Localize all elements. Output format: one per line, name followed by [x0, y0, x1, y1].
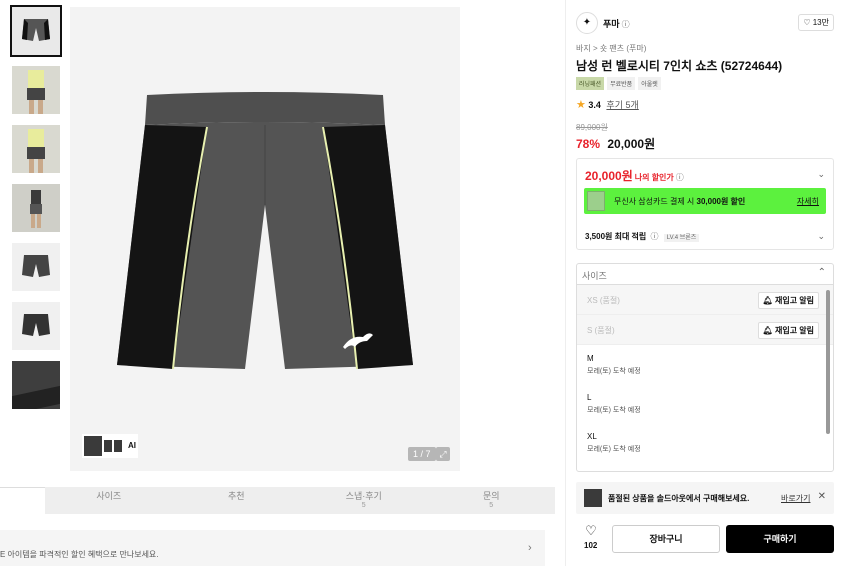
delivery-eta: 모레(토) 도착 예정: [587, 368, 641, 375]
points-row[interactable]: 3,500원 최대 적립 ⓘ LV.4 브론즈: [585, 231, 700, 242]
brand-like-count: 13만: [812, 18, 829, 27]
breadcrumb[interactable]: 바지 > 숏 팬츠 (푸마): [576, 43, 646, 54]
member-level-badge: LV.4 브론즈: [663, 234, 700, 242]
size-selector: 사이즈 ⌃ XS (품절) 🔔︎ 재입고 알림 S (품절) 🔔︎ 재입고 알림…: [576, 263, 834, 472]
sale-price: 20,000원: [607, 137, 656, 151]
add-to-cart-button[interactable]: 장바구니: [612, 525, 720, 553]
chevron-down-icon[interactable]: ⌄: [817, 169, 825, 180]
brand-logo[interactable]: ✦: [576, 12, 598, 34]
thumbnail-product-front[interactable]: [10, 5, 62, 57]
card-promo-text: 무신사 삼성카드 결제 시 30,000원 할인: [614, 197, 746, 206]
variant-thumb: [114, 440, 122, 452]
like-count: 102: [584, 541, 598, 550]
price-row: 78% 20,000원: [576, 135, 655, 152]
heart-icon: ♡: [803, 18, 811, 27]
brand-row: ✦ 푸마 ⓘ ♡ 13만: [576, 12, 834, 34]
size-option-l[interactable]: L 모레(토) 도착 예정: [577, 384, 833, 423]
chevron-down-icon[interactable]: ⌄: [817, 231, 825, 242]
my-discount-price[interactable]: 20,000원 나의 할인가 ⓘ: [585, 167, 684, 184]
tag-running: 러닝패션: [576, 77, 605, 90]
card-promo-banner[interactable]: 무신사 삼성카드 결제 시 30,000원 할인 자세히: [584, 188, 826, 214]
original-price: 89,000원: [576, 123, 608, 132]
image-counter: 1 / 7: [408, 447, 436, 461]
tab-inquiry[interactable]: 문의 5: [428, 487, 556, 514]
chevron-up-icon: ⌃: [817, 267, 826, 278]
expand-icon[interactable]: ⤢: [436, 447, 450, 461]
tab-label: 사이즈: [96, 491, 122, 501]
product-tags: 러닝패션 무료반품 아울렛: [576, 77, 661, 90]
card-image: [587, 191, 605, 211]
info-icon[interactable]: ⓘ: [676, 173, 684, 182]
thumbnail-product-detail-1[interactable]: [12, 243, 60, 291]
tag-free-return: 무료반품: [607, 77, 636, 90]
info-icon[interactable]: ⓘ: [622, 20, 630, 29]
section-tabs: 사이즈 추천 스냅·후기 5 문의 5: [0, 487, 555, 514]
size-option-xs: XS (품절) 🔔︎ 재입고 알림: [577, 285, 833, 315]
delivery-eta: 모레(토) 도착 예정: [587, 407, 641, 414]
restock-alert-button[interactable]: 🔔︎ 재입고 알림: [757, 292, 819, 309]
chevron-right-icon: ›: [528, 542, 532, 554]
restock-alert-button[interactable]: 🔔︎ 재입고 알림: [757, 322, 819, 339]
bell-icon: 🔔︎: [762, 296, 773, 305]
size-option-xl[interactable]: XL 모레(토) 도착 예정: [577, 423, 833, 462]
thumbnail-model-front-1[interactable]: [12, 66, 60, 114]
variant-thumb: [104, 440, 112, 452]
notice-product-thumb: [584, 489, 602, 507]
buy-now-button[interactable]: 구매하기: [726, 525, 834, 553]
size-dropdown-header[interactable]: 사이즈 ⌃: [577, 264, 833, 285]
thumbnail-model-full[interactable]: [12, 184, 60, 232]
size-option-s: S (품절) 🔔︎ 재입고 알림: [577, 315, 833, 345]
thumbnail-list: [10, 5, 62, 420]
soldout-notice-bar: 품절된 상품을 솔드아웃에서 구매해보세요. 바로가기 ✕: [576, 482, 834, 514]
delivery-eta: 모레(토) 도착 예정: [587, 446, 641, 453]
variant-thumb: [84, 436, 102, 456]
tag-outlet: 아울렛: [638, 77, 661, 90]
rating-row: ★ 3.4 후기 5개: [576, 98, 639, 111]
card-detail-link[interactable]: 자세히: [797, 196, 819, 207]
product-title: 남성 런 벨로시티 7인치 쇼츠 (52724644): [576, 59, 783, 73]
info-icon[interactable]: ⓘ: [651, 232, 659, 241]
heart-icon[interactable]: ♡: [584, 524, 598, 538]
tab-count: 5: [489, 502, 494, 509]
tab-label: 추천: [227, 491, 245, 501]
discount-rate: 78%: [576, 137, 601, 151]
ai-label: AI: [128, 441, 136, 450]
thumbnail-product-detail-2[interactable]: [12, 302, 60, 350]
thumbnail-model-front-2[interactable]: [12, 125, 60, 173]
tab-snap-reviews[interactable]: 스냅·후기 5: [300, 487, 428, 514]
tab-size[interactable]: 사이즈: [45, 487, 173, 514]
tab-recommend[interactable]: 추천: [173, 487, 301, 514]
review-link[interactable]: 후기 5개: [606, 100, 638, 110]
product-shorts-illustration: [117, 92, 413, 370]
notice-shortcut-link[interactable]: 바로가기: [781, 493, 810, 504]
size-option-m[interactable]: M 모레(토) 도착 예정: [577, 345, 833, 384]
bell-icon: 🔔︎: [762, 326, 773, 335]
promo-banner[interactable]: E 아이템을 파격적인 할인 혜택으로 만나보세요. ›: [0, 530, 545, 566]
promo-text: E 아이템을 파격적인 할인 혜택으로 만나보세요.: [0, 550, 159, 559]
tab-count: 5: [361, 502, 366, 509]
panel-divider: [565, 0, 566, 566]
color-variant-strip[interactable]: AI: [82, 434, 138, 458]
tab-label: 스냅·후기: [345, 491, 382, 501]
star-icon: ★: [576, 99, 586, 111]
brand-name[interactable]: 푸마 ⓘ: [603, 17, 630, 30]
notice-text: 품절된 상품을 솔드아웃에서 구매해보세요.: [608, 494, 750, 503]
rating-value: 3.4: [588, 100, 601, 110]
tab-label: 문의: [482, 491, 500, 501]
thumbnail-fabric-closeup[interactable]: [12, 361, 60, 409]
benefit-box: 20,000원 나의 할인가 ⓘ ⌄ 무신사 삼성카드 결제 시 30,000원 할…: [576, 158, 834, 250]
size-list-scrollbar[interactable]: [826, 290, 830, 434]
purchase-action-bar: ♡ 102 장바구니 구매하기: [576, 524, 834, 554]
brand-like-button[interactable]: ♡ 13만: [798, 14, 834, 31]
main-product-image[interactable]: AI 1 / 7 ⤢: [70, 7, 460, 471]
close-icon[interactable]: ✕: [818, 491, 826, 502]
